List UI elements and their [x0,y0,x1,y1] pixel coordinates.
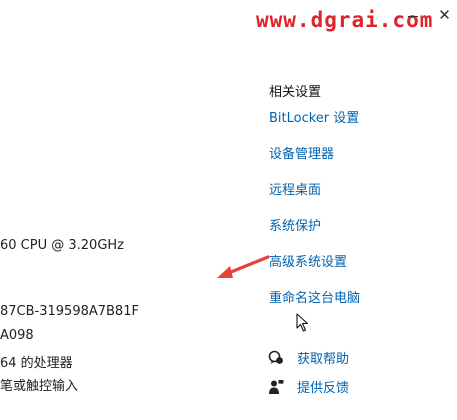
minimize-button[interactable] [398,0,428,30]
device-id-value: A098 [0,328,34,343]
feedback-row[interactable]: 提供反馈 [268,377,349,396]
related-settings-title: 相关设置 [269,85,322,100]
pen-touch-value: 笔或触控输入 [0,379,79,394]
close-button[interactable]: ✕ [432,0,457,30]
close-icon: ✕ [438,6,451,24]
feedback-person-icon [268,379,284,395]
system-type-value: 64 的处理器 [0,356,73,371]
help-chat-icon [268,350,284,366]
minimize-icon [408,15,418,17]
feedback-label: 提供反馈 [297,381,350,396]
get-help-label: 获取帮助 [297,352,350,367]
device-manager-link[interactable]: 设备管理器 [269,143,334,162]
system-protection-link[interactable]: 系统保护 [269,215,321,234]
processor-value: 60 CPU @ 3.20GHz [0,238,124,253]
rename-pc-link[interactable]: 重命名这台电脑 [269,287,360,306]
advanced-system-settings-link[interactable]: 高级系统设置 [269,251,347,270]
bitlocker-settings-link[interactable]: BitLocker 设置 [269,107,359,126]
product-id-value: 87CB-319598A7B81F [0,304,139,319]
mouse-cursor-icon [296,313,309,332]
red-arrow-icon [217,255,270,278]
remote-desktop-link[interactable]: 远程桌面 [269,179,321,198]
get-help-row[interactable]: 获取帮助 [268,348,349,367]
